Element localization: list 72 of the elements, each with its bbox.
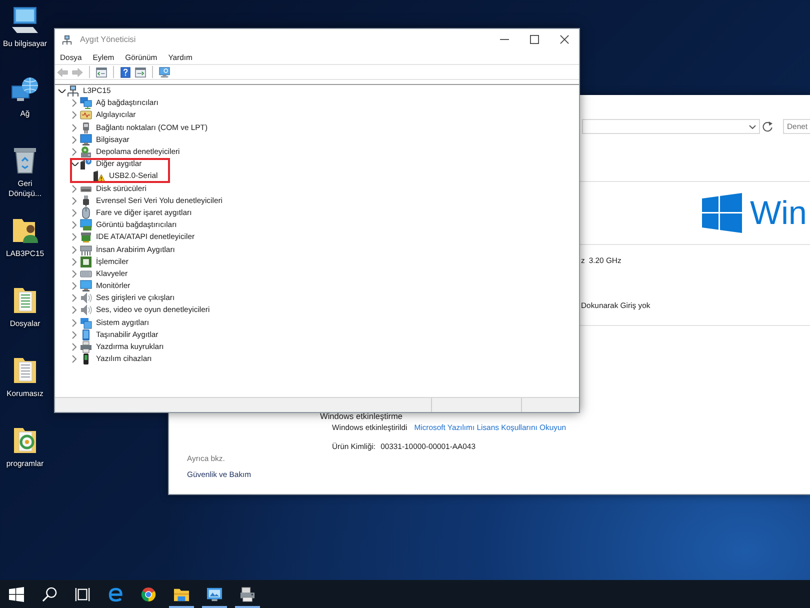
globe-monitor-icon[interactable] (11, 76, 39, 104)
display-adapter-icon (80, 219, 92, 232)
chevron-right-icon[interactable] (72, 258, 77, 266)
warning-device-icon (93, 170, 105, 182)
monitor-icon (207, 586, 222, 602)
minimize-icon[interactable] (500, 39, 508, 40)
folder-icon[interactable] (11, 356, 39, 384)
keyboard-icon (80, 268, 92, 280)
tablet-icon (80, 328, 92, 341)
chevron-right-icon[interactable] (72, 246, 77, 254)
processor-icon (80, 256, 92, 268)
recycle-bin-icon[interactable] (11, 146, 39, 174)
unknown-device-icon (80, 158, 92, 170)
speaker-icon (80, 292, 92, 304)
storage-controller-icon (80, 146, 92, 158)
sensor-icon (80, 109, 92, 122)
chevron-down-icon[interactable] (58, 88, 66, 94)
chevron-right-icon[interactable] (72, 282, 77, 290)
folder-icon[interactable] (11, 286, 39, 314)
controller-card-icon (80, 231, 92, 244)
chevron-right-icon[interactable] (72, 124, 77, 132)
chevron-down-icon[interactable] (70, 162, 78, 166)
chevron-right-icon[interactable] (72, 355, 77, 364)
system-device-icon (80, 316, 92, 329)
start-icon (9, 586, 24, 602)
printer-icon (80, 341, 92, 354)
chevron-right-icon[interactable] (72, 208, 77, 217)
maximize-icon[interactable] (530, 35, 538, 44)
section-heading: Windows etkinleştirme (320, 411, 403, 422)
networked-computer-icon (62, 34, 72, 44)
chevron-right-icon[interactable] (72, 184, 77, 193)
chevron-right-icon[interactable] (72, 330, 77, 339)
address-field[interactable] (582, 119, 760, 134)
chevron-right-icon[interactable] (72, 196, 77, 205)
networked-computer-icon (67, 85, 79, 98)
refresh-icon[interactable] (762, 121, 773, 132)
chevron-right-icon[interactable] (72, 270, 77, 278)
dropdown-caret-icon[interactable] (749, 124, 756, 128)
chevron-right-icon[interactable] (72, 306, 77, 314)
folder-icon (174, 586, 189, 602)
chevron-right-icon[interactable] (72, 148, 77, 156)
browser-icon (141, 586, 156, 602)
monitor-scan-icon[interactable] (159, 66, 170, 78)
chevron-right-icon[interactable] (72, 318, 77, 327)
printer-icon (240, 586, 255, 602)
network-monitors-icon (80, 97, 92, 110)
monitor-icon (80, 280, 92, 292)
chevron-right-icon[interactable] (72, 343, 77, 352)
window-logo-icon (702, 193, 742, 233)
chevron-right-icon[interactable] (72, 233, 77, 242)
folder-icon[interactable] (11, 426, 39, 454)
task-view-icon (75, 586, 90, 602)
chevron-right-icon[interactable] (72, 136, 77, 144)
close-icon[interactable] (560, 35, 568, 44)
input-device-icon (80, 244, 92, 256)
monitor-icon (80, 134, 92, 146)
chevron-right-icon[interactable] (72, 294, 77, 302)
properties-window-icon[interactable] (96, 66, 107, 78)
window-title: Aygıt Yöneticisi (80, 35, 136, 44)
computer-icon[interactable] (11, 6, 39, 34)
mouse-icon (80, 206, 92, 219)
chevron-right-icon[interactable] (72, 221, 77, 230)
search-icon (42, 586, 57, 602)
logo-text: Win (750, 194, 807, 232)
user-folder-icon[interactable] (11, 216, 39, 244)
chevron-right-icon[interactable] (72, 111, 77, 120)
chevron-right-icon[interactable] (72, 99, 77, 108)
e-browser-icon (108, 586, 123, 602)
usb-plug-icon (80, 194, 92, 207)
speaker-icon (80, 304, 92, 316)
plug-icon (80, 122, 92, 134)
help-icon[interactable] (120, 66, 131, 78)
